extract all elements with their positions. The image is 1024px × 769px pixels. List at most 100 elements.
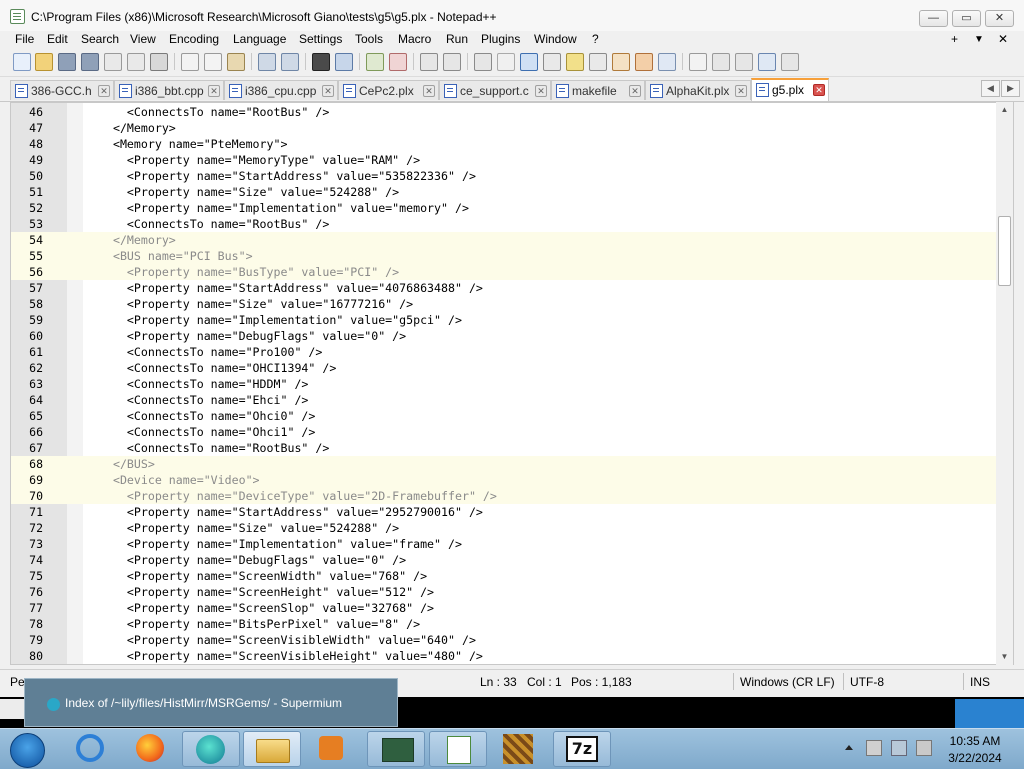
tab-ce-support-c[interactable]: ce_support.c ✕	[439, 80, 551, 100]
function-list-icon[interactable]	[612, 53, 630, 71]
code-line[interactable]: 54 </Memory>	[11, 232, 1001, 248]
cut-icon[interactable]	[181, 53, 199, 71]
print-icon[interactable]	[150, 53, 168, 71]
code-line[interactable]: 68 </BUS>	[11, 456, 1001, 472]
close-icon[interactable]: ✕	[208, 85, 220, 97]
tab-list-dropdown-icon[interactable]: ▼	[974, 34, 984, 45]
menu-file[interactable]: File	[15, 32, 34, 46]
code-line[interactable]: 79 <Property name="ScreenVisibleWidth" v…	[11, 632, 1001, 648]
tab-cepc2-plx[interactable]: CePc2.plx ✕	[338, 80, 439, 100]
code-line[interactable]: 74 <Property name="DebugFlags" value="0"…	[11, 552, 1001, 568]
start-button[interactable]	[2, 731, 52, 768]
tab-scroll-left-icon[interactable]: ◀	[981, 80, 1000, 97]
code-line[interactable]: 46 <ConnectsTo name="RootBus" />	[11, 104, 1001, 120]
open-file-icon[interactable]	[35, 53, 53, 71]
save-macro-icon[interactable]	[781, 53, 799, 71]
taskbar-thumbnail-tooltip[interactable]: Index of /~lily/files/HistMirr/MSRGems/ …	[24, 678, 398, 727]
code-editor[interactable]: 46 <ConnectsTo name="RootBus" /> 47 </Mem…	[10, 102, 1014, 665]
code-line[interactable]: 55 <BUS name="PCI Bus">	[11, 248, 1001, 264]
code-line[interactable]: 59 <Property name="Implementation" value…	[11, 312, 1001, 328]
doc-map-icon[interactable]	[566, 53, 584, 71]
taskbar-firefox[interactable]	[122, 731, 180, 767]
close-icon[interactable]: ✕	[423, 85, 435, 97]
save-all-icon[interactable]	[81, 53, 99, 71]
code-line[interactable]: 48 <Memory name="PteMemory">	[11, 136, 1001, 152]
zoom-out-icon[interactable]	[389, 53, 407, 71]
word-wrap-icon[interactable]	[474, 53, 492, 71]
clock-date[interactable]: 3/22/2024	[945, 751, 1005, 765]
taskbar-game[interactable]	[489, 731, 547, 767]
code-line[interactable]: 78 <Property name="BitsPerPixel" value="…	[11, 616, 1001, 632]
clock-time[interactable]: 10:35 AM	[945, 734, 1005, 748]
menu-settings[interactable]: Settings	[299, 32, 342, 46]
tab-g5-plx[interactable]: g5.plx ✕	[751, 78, 829, 101]
code-line[interactable]: 64 <ConnectsTo name="Ehci" />	[11, 392, 1001, 408]
code-line[interactable]: 60 <Property name="DebugFlags" value="0"…	[11, 328, 1001, 344]
taskbar-explorer[interactable]	[243, 731, 301, 767]
indent-guide-icon[interactable]	[520, 53, 538, 71]
code-line[interactable]: 70 <Property name="DeviceType" value="2D…	[11, 488, 1001, 504]
scroll-down-icon[interactable]: ▼	[998, 651, 1011, 663]
new-tab-icon[interactable]: +	[951, 32, 958, 46]
taskbar-ie[interactable]	[62, 731, 120, 767]
menu-plugins[interactable]: Plugins	[481, 32, 520, 46]
code-line[interactable]: 72 <Property name="Size" value="524288" …	[11, 520, 1001, 536]
menu-window[interactable]: Window	[534, 32, 577, 46]
close-icon[interactable]: ✕	[735, 85, 747, 97]
find-icon[interactable]	[312, 53, 330, 71]
code-line[interactable]: 65 <ConnectsTo name="Ohci0" />	[11, 408, 1001, 424]
code-line[interactable]: 63 <ConnectsTo name="HDDM" />	[11, 376, 1001, 392]
code-line[interactable]: 56 <Property name="BusType" value="PCI" …	[11, 264, 1001, 280]
code-line[interactable]: 80 <Property name="ScreenVisibleHeight" …	[11, 648, 1001, 664]
tab-scroll-right-icon[interactable]: ▶	[1001, 80, 1020, 97]
paste-icon[interactable]	[227, 53, 245, 71]
code-line[interactable]: 75 <Property name="ScreenWidth" value="7…	[11, 568, 1001, 584]
copy-icon[interactable]	[204, 53, 222, 71]
show-hidden-icons-icon[interactable]	[845, 745, 853, 750]
taskbar-media-player[interactable]	[303, 731, 361, 767]
vertical-scrollbar[interactable]	[996, 102, 1013, 665]
tab-i386-cpu-cpp[interactable]: i386_cpu.cpp ✕	[224, 80, 338, 100]
close-file-icon[interactable]	[104, 53, 122, 71]
code-line[interactable]: 49 <Property name="MemoryType" value="RA…	[11, 152, 1001, 168]
code-line[interactable]: 57 <Property name="StartAddress" value="…	[11, 280, 1001, 296]
tab-386-gcc-h[interactable]: 386-GCC.h ✕	[10, 80, 114, 100]
code-line[interactable]: 76 <Property name="ScreenHeight" value="…	[11, 584, 1001, 600]
status-insert-mode[interactable]: INS	[970, 675, 990, 689]
taskbar-supermium[interactable]	[182, 731, 240, 767]
scroll-up-icon[interactable]: ▲	[998, 104, 1011, 116]
close-icon[interactable]: ✕	[98, 85, 110, 97]
code-line[interactable]: 62 <ConnectsTo name="OHCI1394" />	[11, 360, 1001, 376]
close-icon[interactable]: ✕	[629, 85, 641, 97]
show-all-chars-icon[interactable]	[497, 53, 515, 71]
menu-view[interactable]: View	[130, 32, 156, 46]
undo-icon[interactable]	[258, 53, 276, 71]
sync-horizontal-icon[interactable]	[443, 53, 461, 71]
code-line[interactable]: 77 <Property name="ScreenSlop" value="32…	[11, 600, 1001, 616]
code-line[interactable]: 71 <Property name="StartAddress" value="…	[11, 504, 1001, 520]
notepadpp-app-icon[interactable]	[10, 9, 25, 24]
action-center-flag-icon[interactable]	[866, 740, 882, 756]
code-line[interactable]: 52 <Property name="Implementation" value…	[11, 200, 1001, 216]
taskbar-monitor-app[interactable]	[367, 731, 425, 767]
udl-icon[interactable]	[543, 53, 561, 71]
menu-macro[interactable]: Macro	[398, 32, 431, 46]
maximize-button[interactable]: ▭	[952, 10, 981, 27]
code-line[interactable]: 61 <ConnectsTo name="Pro100" />	[11, 344, 1001, 360]
network-icon[interactable]	[891, 740, 907, 756]
replace-icon[interactable]	[335, 53, 353, 71]
code-line[interactable]: 50 <Property name="StartAddress" value="…	[11, 168, 1001, 184]
volume-icon[interactable]	[916, 740, 932, 756]
taskbar-notepadpp[interactable]	[429, 731, 487, 767]
code-line[interactable]: 67 <ConnectsTo name="RootBus" />	[11, 440, 1001, 456]
close-icon[interactable]: ✕	[535, 85, 547, 97]
scrollbar-thumb[interactable]	[998, 216, 1011, 286]
close-document-icon[interactable]: ✕	[998, 32, 1008, 46]
code-line[interactable]: 73 <Property name="Implementation" value…	[11, 536, 1001, 552]
zoom-in-icon[interactable]	[366, 53, 384, 71]
code-line[interactable]: 69 <Device name="Video">	[11, 472, 1001, 488]
menu-edit[interactable]: Edit	[47, 32, 68, 46]
code-line[interactable]: 51 <Property name="Size" value="524288" …	[11, 184, 1001, 200]
save-icon[interactable]	[58, 53, 76, 71]
run-macro-multiple-icon[interactable]	[758, 53, 776, 71]
